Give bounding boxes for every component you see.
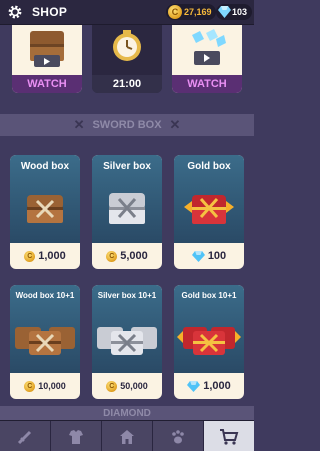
coin-icon: C [24, 380, 36, 392]
section-sword-box: ✕ SWORD BOX ✕ [0, 114, 254, 136]
price: 100 [174, 243, 244, 269]
silver-chests-icon [92, 307, 162, 371]
armor-icon [69, 429, 83, 444]
section-title: DIAMOND [103, 408, 151, 419]
watch-button[interactable]: WATCH [12, 75, 82, 93]
price-value: 10,000 [38, 381, 66, 391]
box-name: Silver box 10+1 [97, 291, 157, 300]
price: C 50,000 [92, 373, 162, 399]
crossed-swords-icon: ✕ [73, 117, 85, 132]
box-name: Silver box [103, 161, 151, 172]
price-value: 1,000 [38, 250, 66, 262]
price-value: 50,000 [120, 381, 148, 391]
cart-icon [220, 428, 239, 445]
page-title: SHOP [32, 5, 68, 19]
coin-icon: C [106, 250, 118, 262]
gem-icon [187, 380, 201, 392]
price: C 1,000 [10, 243, 80, 269]
box-name: Gold box 10+1 [181, 291, 237, 300]
price: 1,000 [174, 373, 244, 399]
box-card-wood[interactable]: Wood box C 1,000 [10, 155, 80, 269]
box-card-silver-bundle[interactable]: Silver box 10+1 C 50,000 [92, 285, 162, 399]
box-card-gold-bundle[interactable]: Gold box 10+1 1,000 [174, 285, 244, 399]
box-card-wood-bundle[interactable]: Wood box 10+1 C 10,000 [10, 285, 80, 399]
silver-chest-icon [92, 177, 162, 241]
watch-card-timer: 21:00 [92, 25, 162, 93]
price-value: 1,000 [203, 380, 231, 392]
gold-chest-icon [174, 177, 244, 241]
top-bar: SHOP C 27,169 103 [0, 0, 254, 25]
section-diamond: DIAMOND [0, 406, 254, 420]
price-value: 100 [207, 250, 227, 262]
wood-chest-icon [10, 177, 80, 241]
home-icon [120, 429, 134, 444]
coin-icon: C [168, 5, 182, 19]
watch-card-gems[interactable]: WATCH [172, 25, 242, 93]
nav-pet[interactable] [153, 421, 204, 451]
gem-icon [191, 250, 205, 262]
gem-video-icon [192, 29, 226, 65]
gem-amount: 103 [232, 7, 248, 17]
timer-label: 21:00 [92, 75, 162, 93]
box-name: Wood box 10+1 [15, 291, 75, 300]
price-value: 5,000 [120, 250, 148, 262]
nav-sword[interactable] [0, 421, 51, 451]
section-title: SWORD BOX [92, 119, 162, 131]
gear-icon[interactable] [4, 1, 26, 23]
gem-icon [218, 6, 231, 18]
sword-icon [17, 430, 32, 444]
watch-offers: WATCH 21:00 WATCH [0, 25, 254, 95]
coin-icon: C [106, 380, 118, 392]
box-card-silver[interactable]: Silver box C 5,000 [92, 155, 162, 269]
watch-card-chest[interactable]: WATCH [12, 25, 82, 93]
coin-icon: C [24, 250, 36, 262]
box-card-gold[interactable]: Gold box 100 [174, 155, 244, 269]
gold-chests-icon [174, 307, 244, 371]
nav-armor[interactable] [51, 421, 102, 451]
chest-video-icon [30, 31, 64, 67]
price: C 5,000 [92, 243, 162, 269]
box-name: Gold box [187, 161, 231, 172]
coin-amount: 27,169 [184, 7, 212, 17]
nav-shop[interactable] [204, 421, 254, 451]
paw-icon [172, 429, 184, 443]
nav-home[interactable] [102, 421, 153, 451]
timer-chest-icon [113, 30, 141, 61]
watch-button[interactable]: WATCH [172, 75, 242, 93]
coin-balance: C 27,169 [166, 4, 216, 20]
wood-chests-icon [10, 307, 80, 371]
crossed-swords-icon: ✕ [169, 117, 181, 132]
bottom-nav [0, 420, 254, 451]
box-name: Wood box [20, 161, 70, 172]
gem-balance: 103 [216, 4, 252, 20]
price: C 10,000 [10, 373, 80, 399]
